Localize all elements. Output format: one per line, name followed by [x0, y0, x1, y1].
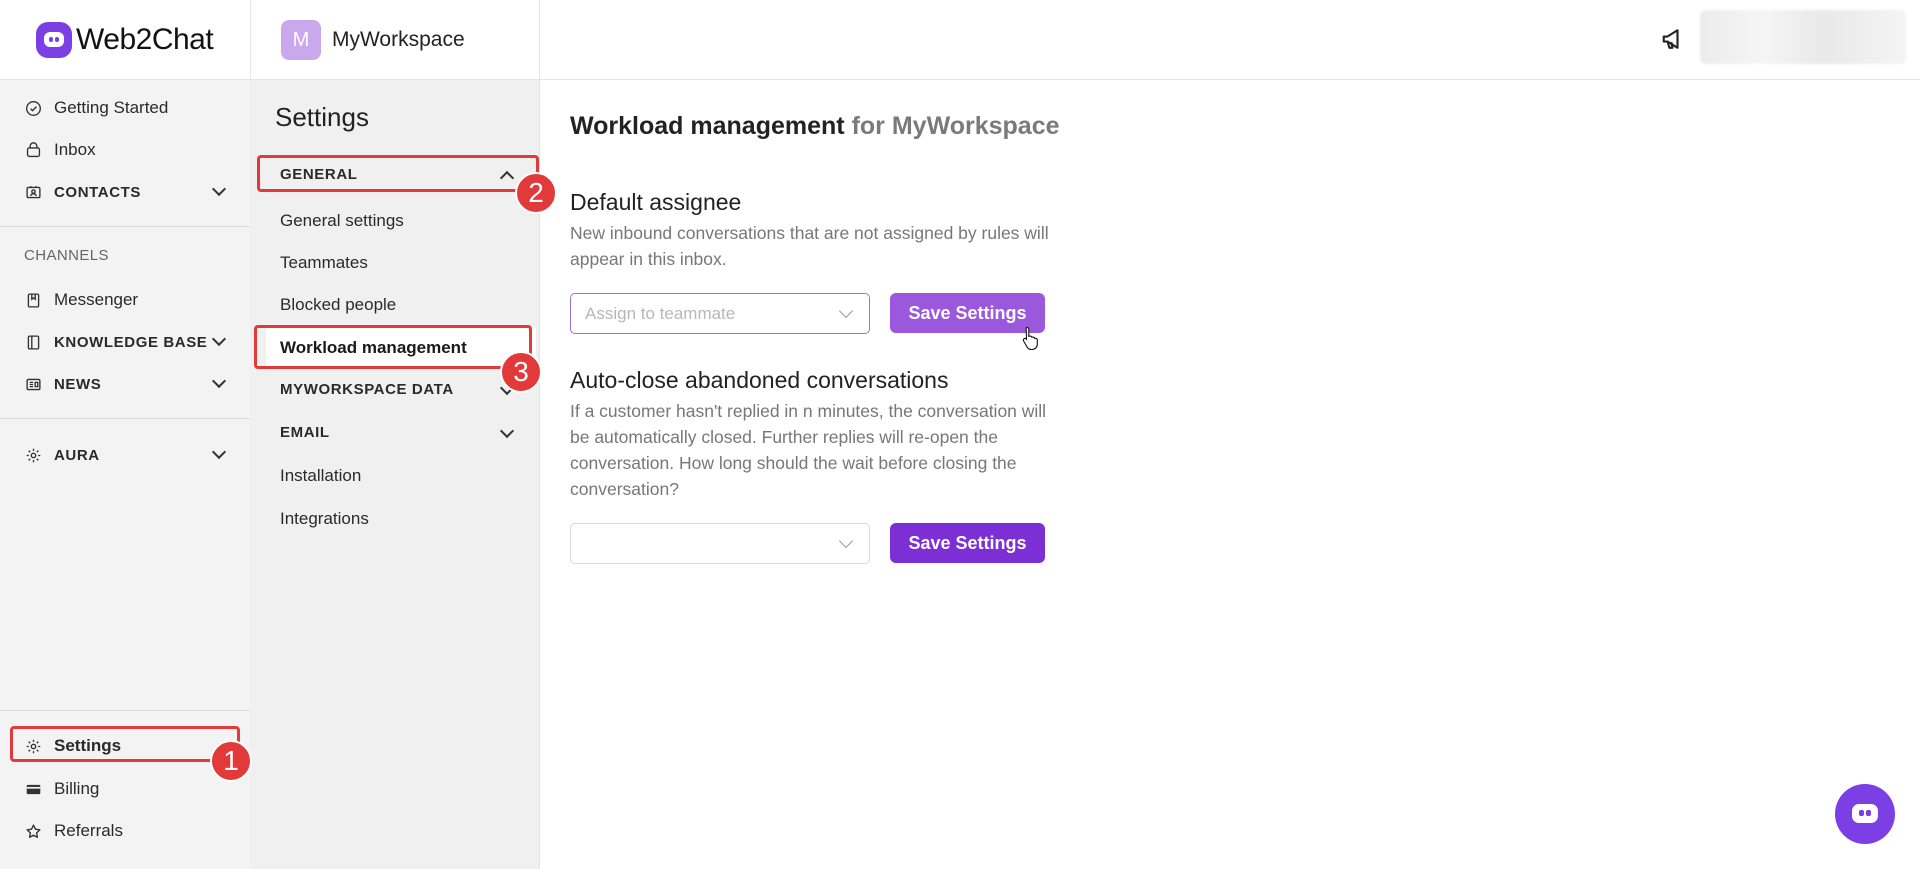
- auto-close-title: Auto-close abandoned conversations: [570, 367, 949, 393]
- sidebar-item-news[interactable]: NEWS: [24, 369, 230, 399]
- settings-item-installation[interactable]: Installation: [280, 466, 361, 486]
- step-badge-3: 3: [500, 351, 542, 393]
- chevron-down-icon: [211, 373, 227, 389]
- workspace-name: MyWorkspace: [332, 28, 465, 51]
- sidebar-divider: [0, 418, 250, 419]
- default-assignee-description: New inbound conversations that are not a…: [570, 223, 1049, 269]
- settings-group-email[interactable]: EMAIL: [280, 423, 515, 441]
- sidebar-item-knowledge-base[interactable]: KNOWLEDGE BASE: [24, 327, 230, 357]
- highlight-box-general: [257, 155, 539, 192]
- settings-group-label: EMAIL: [280, 424, 330, 441]
- sidebar-item-getting-started[interactable]: Getting Started: [24, 93, 168, 123]
- settings-group-myworkspace-data[interactable]: MYWORKSPACE DATA: [280, 380, 515, 398]
- assign-teammate-select[interactable]: Assign to teammate: [570, 293, 870, 334]
- sidebar-divider: [0, 226, 250, 227]
- highlight-box-workload-management: [254, 325, 532, 369]
- step-badge-1: 1: [210, 740, 252, 782]
- page-title: Workload management for MyWorkspace: [570, 112, 1060, 141]
- settings-title: Settings: [275, 102, 369, 132]
- chatbot-icon: [1859, 810, 1864, 816]
- page-title-workspace: for MyWorkspace: [851, 112, 1060, 140]
- app-name: Web2Chat: [76, 23, 214, 56]
- workspace-switcher[interactable]: M MyWorkspace: [250, 0, 540, 80]
- book-icon: [24, 333, 42, 351]
- sidebar-divider: [0, 710, 250, 711]
- chevron-down-icon: [838, 533, 854, 549]
- sidebar-item-label: AURA: [54, 446, 100, 464]
- user-profile-menu[interactable]: [1700, 10, 1906, 64]
- messenger-icon: [24, 291, 42, 309]
- settings-item-integrations[interactable]: Integrations: [280, 509, 369, 529]
- sidebar-item-label: CONTACTS: [54, 183, 142, 201]
- sidebar-item-label: KNOWLEDGE BASE: [54, 333, 208, 351]
- news-icon: [24, 375, 42, 393]
- default-assignee-title: Default assignee: [570, 189, 742, 215]
- contacts-icon: [24, 183, 42, 201]
- chevron-down-icon: [838, 303, 854, 319]
- highlight-box-settings: [10, 726, 240, 762]
- sidebar-item-label: Referrals: [54, 821, 123, 840]
- sidebar-item-label: Billing: [54, 779, 100, 798]
- step-badge-2: 2: [515, 172, 557, 214]
- settings-item-teammates[interactable]: Teammates: [280, 253, 368, 273]
- auto-close-description: If a customer hasn't replied in n minute…: [570, 401, 1047, 499]
- sidebar-item-label: NEWS: [54, 375, 102, 393]
- sidebar-item-inbox[interactable]: Inbox: [24, 135, 96, 165]
- chat-widget-button[interactable]: [1835, 784, 1895, 844]
- workspace-avatar: M: [281, 20, 321, 60]
- auto-close-wait-select[interactable]: [570, 523, 870, 564]
- gear-icon: [24, 446, 42, 464]
- sidebar-item-label: Getting Started: [54, 98, 169, 117]
- save-settings-button[interactable]: Save Settings: [890, 523, 1045, 563]
- sidebar-item-referrals[interactable]: Referrals: [24, 816, 123, 846]
- settings-item-general-settings[interactable]: General settings: [280, 211, 404, 231]
- megaphone-icon[interactable]: [1660, 24, 1690, 54]
- select-placeholder: Assign to teammate: [585, 303, 736, 323]
- channels-heading: CHANNELS: [24, 247, 109, 264]
- star-icon: [24, 822, 42, 840]
- sidebar-item-aura[interactable]: AURA: [24, 440, 230, 470]
- chevron-down-icon: [211, 331, 227, 347]
- chevron-down-icon: [499, 423, 515, 439]
- chevron-down-icon: [211, 181, 227, 197]
- page-title-text: Workload management: [570, 112, 845, 140]
- chatbot-logo-icon: [36, 22, 72, 58]
- chevron-down-icon: [211, 444, 227, 460]
- logo[interactable]: Web2Chat: [0, 0, 250, 80]
- inbox-icon: [24, 141, 42, 159]
- sidebar-item-label: Inbox: [54, 140, 96, 159]
- settings-panel: Settings GENERAL General settings Teamma…: [250, 80, 540, 869]
- settings-group-label: MYWORKSPACE DATA: [280, 381, 454, 398]
- sidebar-item-messenger[interactable]: Messenger: [24, 285, 138, 315]
- top-bar: Web2Chat M MyWorkspace: [0, 0, 1920, 80]
- sidebar-item-contacts[interactable]: CONTACTS: [24, 177, 230, 207]
- check-circle-icon: [24, 99, 42, 117]
- main-content: Workload management for MyWorkspace Defa…: [540, 80, 1920, 869]
- settings-item-blocked-people[interactable]: Blocked people: [280, 295, 396, 315]
- sidebar-item-billing[interactable]: Billing: [24, 774, 99, 804]
- sidebar-item-label: Messenger: [54, 290, 139, 309]
- credit-card-icon: [24, 780, 42, 798]
- hand-cursor-icon: [1022, 326, 1038, 350]
